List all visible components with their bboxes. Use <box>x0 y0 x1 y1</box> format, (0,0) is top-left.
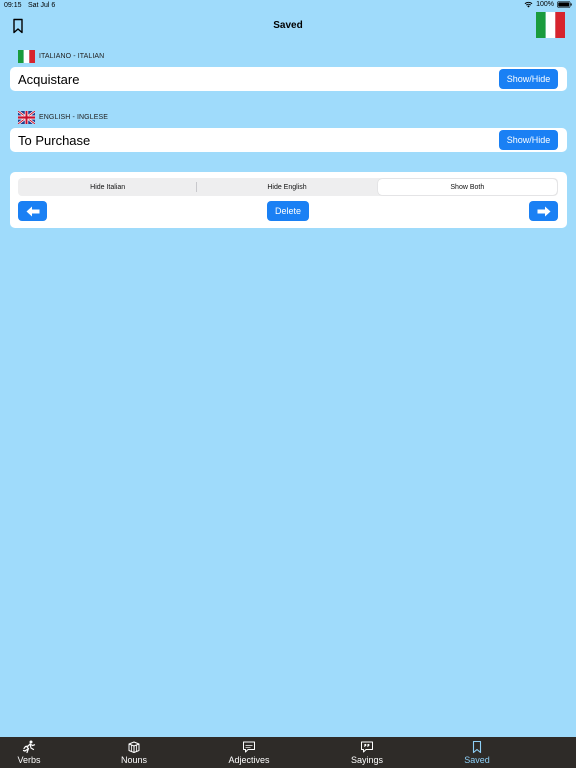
tab-saved-label: Saved <box>464 755 490 765</box>
tab-nouns[interactable]: Nouns <box>114 737 154 768</box>
tab-sayings-label: Sayings <box>350 755 384 765</box>
delete-button[interactable]: Delete <box>267 201 309 221</box>
visibility-segmented-control: Hide Italian Hide English Show Both <box>18 178 558 196</box>
tab-saved[interactable]: Saved <box>458 737 496 768</box>
page-title: Saved <box>273 20 303 31</box>
arrow-left-icon <box>26 206 39 216</box>
italian-word: Acquistare <box>18 72 80 87</box>
next-button[interactable] <box>529 201 558 221</box>
tab-nouns-label: Nouns <box>120 755 147 765</box>
english-language-label: ENGLISH - INGLESE <box>18 110 108 124</box>
tab-sayings[interactable]: Sayings <box>347 737 387 768</box>
uk-flag-icon <box>18 110 35 124</box>
wifi-icon <box>524 1 533 8</box>
bookmark-icon <box>472 740 482 754</box>
status-date: Sat Jul 6 <box>28 2 56 9</box>
italian-show-hide-button[interactable]: Show/Hide <box>499 69 558 89</box>
italian-word-card: Acquistare Show/Hide <box>10 67 567 91</box>
tab-verbs[interactable]: Verbs <box>10 737 48 768</box>
status-bar: 09:15 Sat Jul 6 100% <box>0 0 576 12</box>
tab-bar: Verbs Nouns Adjectives Sayings Saved <box>0 737 576 768</box>
segment-hide-english[interactable]: Hide English <box>197 178 376 196</box>
previous-button[interactable] <box>18 201 47 221</box>
running-person-icon <box>22 740 36 754</box>
tab-adjectives-label: Adjectives <box>228 755 270 765</box>
italian-label-text: ITALIANO - ITALIAN <box>39 52 105 60</box>
italy-flag-icon[interactable] <box>536 12 565 38</box>
battery-percent: 100% <box>536 1 554 8</box>
arrow-right-icon <box>537 206 550 216</box>
status-time: 09:15 <box>4 2 22 9</box>
segment-show-both[interactable]: Show Both <box>377 179 557 195</box>
speech-bubble-icon <box>243 741 255 753</box>
segment-hide-italian[interactable]: Hide Italian <box>18 178 198 196</box>
tab-adjectives[interactable]: Adjectives <box>224 737 274 768</box>
english-label-text: ENGLISH - INGLESE <box>39 113 108 121</box>
battery-icon <box>557 1 572 8</box>
english-word: To Purchase <box>18 133 91 148</box>
english-show-hide-button[interactable]: Show/Hide <box>499 130 558 150</box>
navigation-bar: Saved <box>0 12 576 42</box>
english-word-card: To Purchase Show/Hide <box>10 128 567 152</box>
controls-card: Hide Italian Hide English Show Both Dele… <box>10 172 567 228</box>
italy-flag-icon <box>18 49 35 63</box>
italian-language-label: ITALIANO - ITALIAN <box>18 49 105 63</box>
tab-verbs-label: Verbs <box>17 755 41 765</box>
cubes-icon <box>128 741 140 753</box>
status-indicators: 100% <box>524 1 572 8</box>
quote-bubble-icon <box>361 741 373 753</box>
